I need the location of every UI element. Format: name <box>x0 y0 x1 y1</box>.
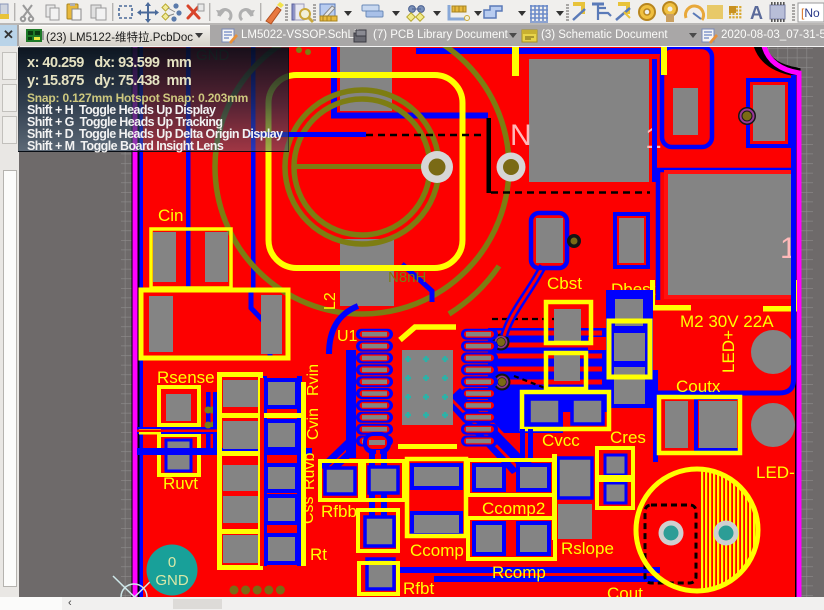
svg-text:N: N <box>510 119 532 152</box>
svg-text:Rslope: Rslope <box>561 539 614 558</box>
svg-text:LED+: LED+ <box>719 330 738 373</box>
svg-text:Rfbt: Rfbt <box>403 579 434 597</box>
svg-text:[No: [No <box>801 6 820 20</box>
svg-text:Ccomp2: Ccomp2 <box>482 499 545 518</box>
svg-text:0: 0 <box>168 554 176 571</box>
svg-text:Rcomp: Rcomp <box>492 563 546 582</box>
svg-text:Cres: Cres <box>610 428 646 447</box>
svg-text:Cin: Cin <box>158 206 184 225</box>
svg-text:N8nH: N8nH <box>388 269 426 286</box>
svg-text:LED-: LED- <box>756 463 795 482</box>
svg-text:U1: U1 <box>337 328 358 345</box>
svg-text:Coutx: Coutx <box>676 377 721 396</box>
svg-text:Ruvb: Ruvb <box>301 453 318 490</box>
svg-text:L2: L2 <box>322 292 339 310</box>
svg-text:GND: GND <box>155 572 189 589</box>
svg-text:Rt: Rt <box>310 545 327 564</box>
svg-text:Rvin: Rvin <box>305 364 322 396</box>
svg-text:A: A <box>750 3 763 23</box>
svg-text:Cbst: Cbst <box>547 274 582 293</box>
svg-text:Ccomp: Ccomp <box>410 541 464 560</box>
svg-text:Cvin: Cvin <box>305 408 322 440</box>
svg-text:Rsense: Rsense <box>157 368 215 387</box>
svg-text:M2 30V 22A: M2 30V 22A <box>680 312 774 331</box>
svg-text:Cvcc: Cvcc <box>542 431 580 450</box>
svg-text:Rfbb: Rfbb <box>321 502 357 521</box>
svg-text:Cout: Cout <box>607 584 643 597</box>
svg-text:Ruvt: Ruvt <box>163 474 198 493</box>
svg-text:Css: Css <box>300 496 317 524</box>
